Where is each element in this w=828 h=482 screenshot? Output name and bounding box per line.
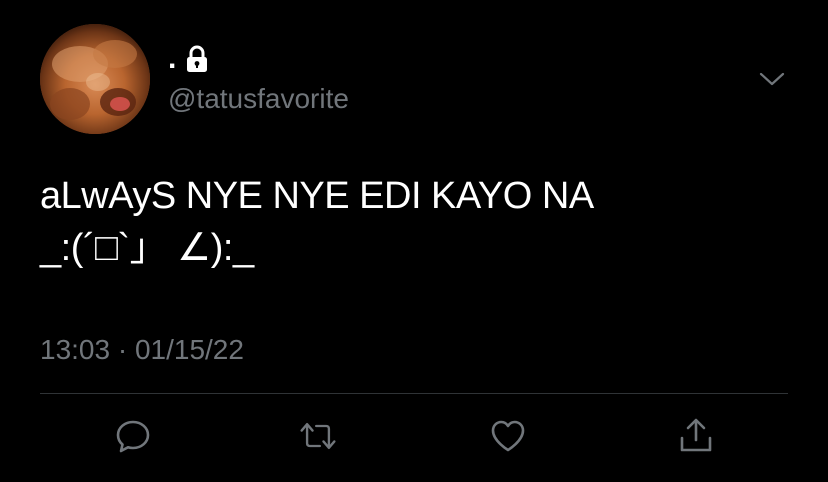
timestamp[interactable]: 13:03 · 01/15/22 — [40, 332, 244, 368]
tweet-line: _:(´□`」 ∠):_ — [40, 227, 254, 269]
lock-icon — [184, 45, 210, 73]
heart-icon — [491, 420, 525, 452]
like-button[interactable] — [488, 416, 528, 456]
divider — [40, 393, 788, 394]
tweet-line: aLwAyS NYE NYE EDI KAYO NA — [40, 175, 594, 217]
reply-icon — [116, 420, 150, 453]
chevron-down-icon[interactable] — [758, 70, 786, 88]
display-name[interactable]: . — [168, 44, 176, 74]
retweet-button[interactable] — [298, 416, 338, 456]
retweet-icon — [300, 423, 336, 449]
share-button[interactable] — [676, 416, 716, 456]
display-name-row: . — [168, 40, 349, 78]
dog-avatar-icon — [40, 24, 150, 134]
share-icon — [680, 418, 712, 452]
reply-button[interactable] — [113, 416, 153, 456]
avatar[interactable] — [40, 24, 150, 134]
action-bar — [0, 410, 828, 462]
handle[interactable]: @tatusfavorite — [168, 82, 349, 116]
tweet-text: aLwAyS NYE NYE EDI KAYO NA _:(´□`」 ∠):_ — [40, 170, 800, 274]
author-info[interactable]: . @tatusfavorite — [168, 40, 349, 116]
